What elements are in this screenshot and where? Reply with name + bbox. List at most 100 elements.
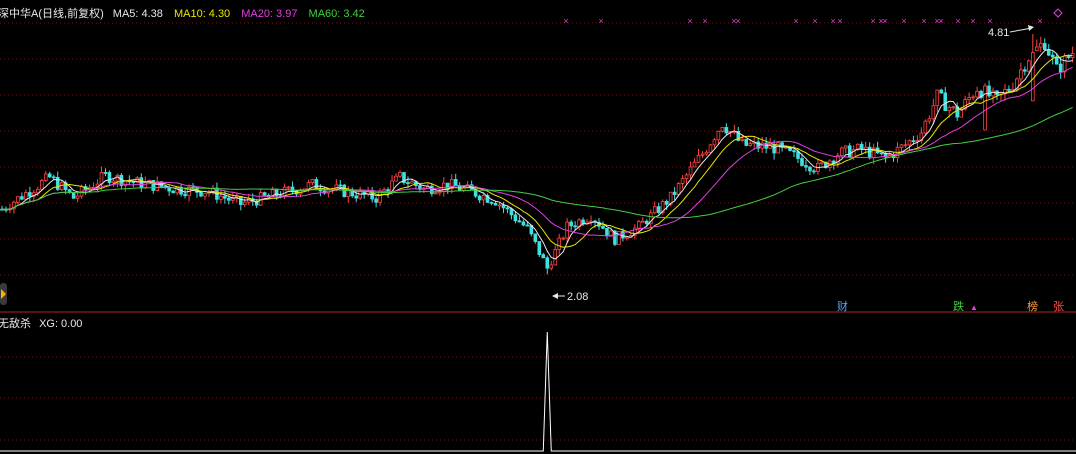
signal-marker-icon: × [970, 16, 975, 26]
candle-body [103, 172, 108, 174]
candle-body [625, 236, 629, 239]
event-finance-badge[interactable]: 财 [837, 299, 848, 313]
signal-marker-icon: × [901, 16, 906, 26]
signal-marker-icon: × [938, 16, 943, 26]
candle-body [242, 201, 247, 205]
candle-body [744, 138, 749, 146]
candle-body [1066, 55, 1071, 58]
candle-body [573, 225, 577, 228]
candle-body [1046, 49, 1051, 56]
kline-chart[interactable]: × × × × ×× × × × × × ×× × × ×× × × × × 4.81 2.08 财 跌 ▲ 榜 … [0, 0, 1076, 454]
moving-averages [1, 48, 1073, 260]
signal-marker-icon: × [837, 16, 842, 26]
candle-body [378, 190, 382, 203]
candle-body [537, 241, 542, 256]
signal-marker-icon: × [882, 16, 887, 26]
signal-marker-icon: × [921, 16, 926, 26]
candle-body [525, 224, 530, 227]
candle-body [676, 183, 681, 195]
left-scroll-handle[interactable] [0, 283, 7, 305]
candle-body [16, 196, 20, 203]
candle-body [947, 107, 952, 112]
signal-markers: × × × × ×× × × × × × ×× × × ×× × × × × [563, 8, 1063, 26]
candle-body [43, 173, 48, 181]
candle-body [40, 180, 44, 190]
candle-body [533, 233, 538, 242]
ma20-value: 3.97 [276, 8, 297, 20]
candle-body [808, 166, 812, 172]
candle-body [991, 90, 995, 97]
event-rank-badge[interactable]: 榜 [1027, 299, 1038, 313]
candle-body [700, 153, 705, 156]
ma10-value: 4.30 [209, 8, 230, 20]
candle-body [306, 182, 311, 190]
ma10-label: MA10: [174, 8, 206, 20]
candle-body [569, 221, 573, 227]
candle-body [406, 182, 410, 185]
candle-body [609, 230, 613, 236]
candle-body [223, 195, 227, 199]
indicator-legend: 无敌杀 XG: 0.00 [0, 316, 82, 330]
candle-body [740, 138, 745, 141]
indicator-label: XG: [39, 318, 58, 330]
high-price-label: 4.81 [988, 27, 1009, 39]
ma60-value: 3.42 [343, 8, 364, 20]
candle-body [36, 188, 40, 194]
indicator-value: 0.00 [61, 318, 82, 330]
event-limit-badge[interactable]: 张 [1053, 300, 1064, 313]
candle-body [203, 193, 207, 197]
candle-body [696, 154, 701, 163]
candle-body [99, 172, 104, 185]
candle-body [374, 198, 378, 203]
candle-body [716, 130, 721, 141]
signal-marker-icon: × [870, 16, 875, 26]
candle-body [517, 220, 522, 223]
candle-body [115, 174, 120, 182]
candle-body [1019, 69, 1023, 80]
signal-marker-icon: × [1037, 16, 1042, 26]
candle-body [262, 192, 267, 196]
candle-body [899, 144, 904, 148]
candle-body [720, 127, 725, 132]
candle-body [923, 120, 928, 134]
candle-body [772, 143, 776, 154]
candle-body [987, 85, 991, 97]
candle-body [553, 249, 558, 266]
signal-marker-icon: × [812, 16, 817, 26]
candle-body [227, 197, 231, 201]
candle-body [489, 202, 494, 204]
candle-body [286, 186, 291, 189]
candle-body [879, 152, 884, 155]
event-up-arrow-icon[interactable]: ▲ [970, 303, 978, 312]
candle-body [557, 237, 561, 250]
candle-body [911, 140, 916, 143]
high-annotation: 4.81 [988, 25, 1034, 39]
ma5-label: MA5: [113, 8, 139, 20]
diamond-marker-icon [1053, 8, 1063, 18]
candle-body [1042, 43, 1047, 50]
candle-body [637, 221, 641, 229]
candlesticks [0, 33, 1075, 275]
grid-lines [0, 22, 1076, 441]
candle-body [820, 161, 824, 164]
candle-body [640, 220, 645, 223]
candle-body [497, 204, 502, 207]
candle-body [394, 175, 398, 182]
candle-body [434, 192, 438, 195]
candle-body [541, 254, 546, 259]
candle-body [939, 89, 944, 94]
candle-body [708, 144, 713, 153]
candle-body [684, 174, 689, 180]
candle-body [1054, 56, 1059, 65]
event-drop-badge[interactable]: 跌 [953, 299, 964, 313]
candle-body [983, 85, 987, 131]
signal-marker-icon: × [987, 16, 992, 26]
candle-body [314, 179, 319, 190]
candle-body [171, 190, 175, 194]
candle-body [1027, 60, 1031, 72]
candle-body [481, 195, 486, 201]
candle-body [47, 173, 52, 178]
candle-body [1007, 88, 1011, 91]
candle-body [51, 176, 56, 179]
candle-body [1035, 46, 1039, 51]
